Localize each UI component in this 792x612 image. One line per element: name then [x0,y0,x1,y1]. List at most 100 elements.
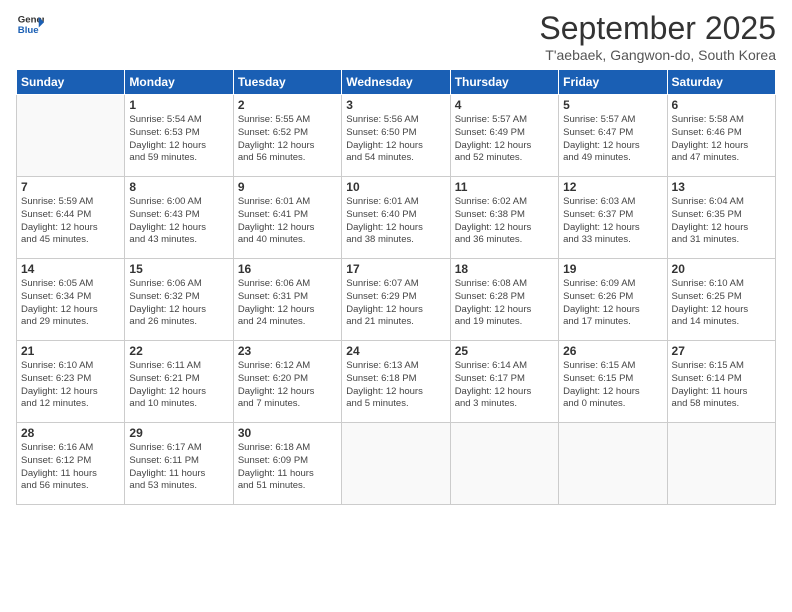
day-number: 4 [455,98,554,112]
calendar-cell: 14 Sunrise: 6:05 AM Sunset: 6:34 PM Dayli… [17,259,125,341]
day-info: Sunrise: 5:54 AM Sunset: 6:53 PM Dayligh… [129,114,228,165]
day-info: Sunrise: 5:59 AM Sunset: 6:44 PM Dayligh… [21,196,120,247]
day-number: 1 [129,98,228,112]
day-number: 5 [563,98,662,112]
calendar-cell: 2 Sunrise: 5:55 AM Sunset: 6:52 PM Daylig… [233,95,341,177]
calendar-cell [559,423,667,505]
calendar-cell: 25 Sunrise: 6:14 AM Sunset: 6:17 PM Dayli… [450,341,558,423]
svg-text:Blue: Blue [18,25,39,36]
title-block: September 2025 T'aebaek, Gangwon-do, Sou… [539,10,776,63]
day-info: Sunrise: 5:57 AM Sunset: 6:47 PM Dayligh… [563,114,662,165]
day-info: Sunrise: 6:16 AM Sunset: 6:12 PM Dayligh… [21,442,120,493]
day-info: Sunrise: 6:10 AM Sunset: 6:25 PM Dayligh… [672,278,771,329]
day-number: 26 [563,344,662,358]
calendar-table: SundayMondayTuesdayWednesdayThursdayFrid… [16,69,776,505]
calendar-cell: 27 Sunrise: 6:15 AM Sunset: 6:14 PM Dayli… [667,341,775,423]
day-number: 21 [21,344,120,358]
location: T'aebaek, Gangwon-do, South Korea [539,47,776,63]
day-info: Sunrise: 6:10 AM Sunset: 6:23 PM Dayligh… [21,360,120,411]
day-number: 2 [238,98,337,112]
day-info: Sunrise: 6:01 AM Sunset: 6:41 PM Dayligh… [238,196,337,247]
day-info: Sunrise: 6:06 AM Sunset: 6:32 PM Dayligh… [129,278,228,329]
day-number: 9 [238,180,337,194]
day-number: 14 [21,262,120,276]
day-info: Sunrise: 5:56 AM Sunset: 6:50 PM Dayligh… [346,114,445,165]
week-row-3: 21 Sunrise: 6:10 AM Sunset: 6:23 PM Dayli… [17,341,776,423]
day-info: Sunrise: 6:17 AM Sunset: 6:11 PM Dayligh… [129,442,228,493]
week-row-1: 7 Sunrise: 5:59 AM Sunset: 6:44 PM Daylig… [17,177,776,259]
day-info: Sunrise: 6:02 AM Sunset: 6:38 PM Dayligh… [455,196,554,247]
day-info: Sunrise: 5:58 AM Sunset: 6:46 PM Dayligh… [672,114,771,165]
day-info: Sunrise: 6:09 AM Sunset: 6:26 PM Dayligh… [563,278,662,329]
logo: General Blue [16,10,44,38]
day-number: 15 [129,262,228,276]
day-info: Sunrise: 6:08 AM Sunset: 6:28 PM Dayligh… [455,278,554,329]
calendar-cell: 17 Sunrise: 6:07 AM Sunset: 6:29 PM Dayli… [342,259,450,341]
calendar-cell [450,423,558,505]
day-info: Sunrise: 6:13 AM Sunset: 6:18 PM Dayligh… [346,360,445,411]
day-number: 13 [672,180,771,194]
calendar-cell [667,423,775,505]
day-info: Sunrise: 6:05 AM Sunset: 6:34 PM Dayligh… [21,278,120,329]
week-row-4: 28 Sunrise: 6:16 AM Sunset: 6:12 PM Dayli… [17,423,776,505]
calendar-cell: 1 Sunrise: 5:54 AM Sunset: 6:53 PM Daylig… [125,95,233,177]
col-header-wednesday: Wednesday [342,70,450,95]
day-info: Sunrise: 6:11 AM Sunset: 6:21 PM Dayligh… [129,360,228,411]
calendar-cell: 19Sunrise: 6:09 AM Sunset: 6:26 PM Dayli… [559,259,667,341]
col-header-tuesday: Tuesday [233,70,341,95]
calendar-cell: 24 Sunrise: 6:13 AM Sunset: 6:18 PM Dayli… [342,341,450,423]
day-number: 16 [238,262,337,276]
day-number: 6 [672,98,771,112]
calendar-cell: 4 Sunrise: 5:57 AM Sunset: 6:49 PM Daylig… [450,95,558,177]
day-number: 25 [455,344,554,358]
day-number: 27 [672,344,771,358]
day-info: Sunrise: 5:57 AM Sunset: 6:49 PM Dayligh… [455,114,554,165]
day-info: Sunrise: 5:55 AM Sunset: 6:52 PM Dayligh… [238,114,337,165]
day-number: 30 [238,426,337,440]
calendar-cell: 12 Sunrise: 6:03 AM Sunset: 6:37 PM Dayli… [559,177,667,259]
calendar-cell: 9 Sunrise: 6:01 AM Sunset: 6:41 PM Daylig… [233,177,341,259]
calendar-cell: 30Sunrise: 6:18 AM Sunset: 6:09 PM Dayli… [233,423,341,505]
month-title: September 2025 [539,10,776,47]
calendar-cell: 22 Sunrise: 6:11 AM Sunset: 6:21 PM Dayli… [125,341,233,423]
day-number: 23 [238,344,337,358]
calendar-cell: 8Sunrise: 6:00 AM Sunset: 6:43 PM Daylig… [125,177,233,259]
calendar-cell: 11Sunrise: 6:02 AM Sunset: 6:38 PM Dayli… [450,177,558,259]
calendar-cell: 15 Sunrise: 6:06 AM Sunset: 6:32 PM Dayli… [125,259,233,341]
calendar-cell: 23Sunrise: 6:12 AM Sunset: 6:20 PM Dayli… [233,341,341,423]
day-number: 20 [672,262,771,276]
calendar-cell: 10 Sunrise: 6:01 AM Sunset: 6:40 PM Dayli… [342,177,450,259]
day-number: 24 [346,344,445,358]
calendar-cell: 3 Sunrise: 5:56 AM Sunset: 6:50 PM Daylig… [342,95,450,177]
day-number: 17 [346,262,445,276]
day-number: 18 [455,262,554,276]
day-info: Sunrise: 6:15 AM Sunset: 6:14 PM Dayligh… [672,360,771,411]
day-info: Sunrise: 6:04 AM Sunset: 6:35 PM Dayligh… [672,196,771,247]
day-number: 8 [129,180,228,194]
header: General Blue September 2025 T'aebaek, Ga… [16,10,776,63]
calendar-cell: 7 Sunrise: 5:59 AM Sunset: 6:44 PM Daylig… [17,177,125,259]
day-info: Sunrise: 6:01 AM Sunset: 6:40 PM Dayligh… [346,196,445,247]
day-number: 28 [21,426,120,440]
calendar-cell: 13 Sunrise: 6:04 AM Sunset: 6:35 PM Dayli… [667,177,775,259]
calendar-cell: 28 Sunrise: 6:16 AM Sunset: 6:12 PM Dayli… [17,423,125,505]
day-number: 12 [563,180,662,194]
calendar-cell: 29Sunrise: 6:17 AM Sunset: 6:11 PM Dayli… [125,423,233,505]
week-row-0: 1 Sunrise: 5:54 AM Sunset: 6:53 PM Daylig… [17,95,776,177]
day-info: Sunrise: 6:06 AM Sunset: 6:31 PM Dayligh… [238,278,337,329]
day-number: 3 [346,98,445,112]
col-header-friday: Friday [559,70,667,95]
calendar-cell [17,95,125,177]
calendar-cell: 18 Sunrise: 6:08 AM Sunset: 6:28 PM Dayli… [450,259,558,341]
col-header-saturday: Saturday [667,70,775,95]
day-info: Sunrise: 6:03 AM Sunset: 6:37 PM Dayligh… [563,196,662,247]
day-number: 7 [21,180,120,194]
day-info: Sunrise: 6:14 AM Sunset: 6:17 PM Dayligh… [455,360,554,411]
day-number: 22 [129,344,228,358]
col-header-sunday: Sunday [17,70,125,95]
calendar-cell: 6 Sunrise: 5:58 AM Sunset: 6:46 PM Daylig… [667,95,775,177]
page: General Blue September 2025 T'aebaek, Ga… [0,0,792,612]
day-info: Sunrise: 6:07 AM Sunset: 6:29 PM Dayligh… [346,278,445,329]
logo-icon: General Blue [16,10,44,38]
day-number: 10 [346,180,445,194]
